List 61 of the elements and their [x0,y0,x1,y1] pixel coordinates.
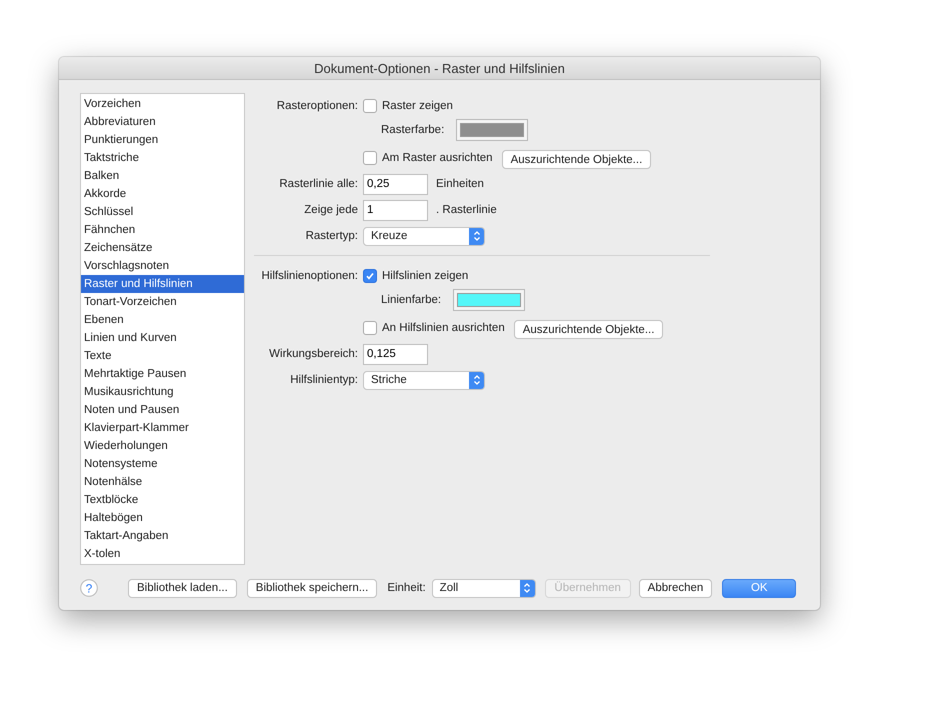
field-label: Hilfslinienoptionen: [261,270,358,282]
input-field[interactable]: 0,125 [363,344,428,364]
category-item[interactable]: Texte [81,347,244,365]
category-item[interactable]: Taktstriche [81,149,244,167]
objects-button[interactable]: Auszurichtende Objekte... [502,150,652,169]
color-well[interactable] [453,289,526,311]
category-item[interactable]: Ebenen [81,311,244,329]
category-item[interactable]: Akkorde [81,185,244,203]
category-item[interactable]: X-tolen [81,545,244,563]
category-item[interactable]: Punktierungen [81,131,244,149]
dropdown[interactable]: Zoll [432,578,536,598]
category-item[interactable]: Vorschlagsnoten [81,257,244,275]
stepper-icon [469,228,484,244]
objects-button[interactable]: Auszurichtende Objekte... [514,320,664,339]
dialog-button[interactable]: Abbrechen [638,578,712,598]
category-item[interactable]: Textblöcke [81,491,244,509]
stepper-icon [520,580,535,596]
field-label: Rasterlinie alle: [279,178,358,190]
field-label: Rasteroptionen: [276,100,358,112]
checkbox[interactable]: Raster zeigen [363,99,453,113]
color-label: Rasterfarbe: [381,124,444,136]
category-item[interactable]: Fähnchen [81,221,244,239]
category-item[interactable]: Haltebögen [81,509,244,527]
library-button[interactable]: Bibliothek laden... [128,578,237,598]
dropdown[interactable]: Kreuze [363,226,485,246]
category-item[interactable]: Wiederholungen [81,437,244,455]
input-field[interactable]: 0,25 [363,174,428,194]
unit-label: Einheiten [436,178,484,190]
library-button[interactable]: Bibliothek speichern... [246,578,378,598]
window-title: Dokument-Optionen - Raster und Hilfslinien [314,60,565,76]
category-item[interactable]: Klavierpart-Klammer [81,419,244,437]
category-item[interactable]: Taktart-Angaben [81,527,244,545]
category-item[interactable]: Noten und Pausen [81,401,244,419]
category-item[interactable]: Zeichensätze [81,239,244,257]
stepper-icon [469,372,484,388]
category-item[interactable]: Abbreviaturen [81,113,244,131]
category-item[interactable]: Vorzeichen [81,95,244,113]
category-item[interactable]: Schlüssel [81,203,244,221]
help-button[interactable]: ? [80,579,98,597]
category-item[interactable]: Raster und Hilfslinien [81,275,244,293]
category-item[interactable]: Tonart-Vorzeichen [81,293,244,311]
checkmark-icon [365,271,375,281]
unit-label: Einheit: [387,582,426,594]
category-item[interactable]: Musikausrichtung [81,383,244,401]
category-item[interactable]: Mehrtaktige Pausen [81,365,244,383]
dropdown[interactable]: Striche [363,370,485,390]
checkbox[interactable]: Am Raster ausrichten [363,151,493,165]
field-label: Hilfslinientyp: [290,374,358,386]
input-field[interactable]: 1 [363,200,428,220]
field-label: Zeige jede [304,204,358,216]
category-item[interactable]: Balken [81,167,244,185]
field-label: Wirkungsbereich: [269,348,358,360]
category-item[interactable]: Linien und Kurven [81,329,244,347]
category-item[interactable]: Notenhälse [81,473,244,491]
color-label: Linienfarbe: [381,294,442,306]
category-item[interactable]: Notensysteme [81,455,244,473]
unit-label: . Rasterlinie [436,204,497,216]
color-well[interactable] [456,119,528,141]
checkbox[interactable]: An Hilfslinien ausrichten [363,321,505,335]
field-label: Rastertyp: [306,230,358,242]
checkbox[interactable]: Hilfslinien zeigen [363,269,468,283]
